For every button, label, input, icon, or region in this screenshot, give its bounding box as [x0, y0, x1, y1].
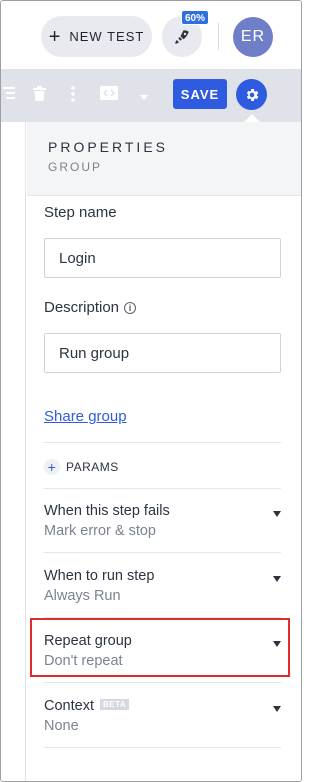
step-name-label: Step name	[44, 204, 117, 221]
app-frame: + NEW TEST 60% ER SAVE PROPERTIES GROUP …	[0, 0, 302, 782]
divider	[218, 23, 219, 50]
divider	[44, 682, 281, 683]
save-button[interactable]: SAVE	[173, 79, 227, 109]
panel-title: PROPERTIES	[48, 139, 168, 155]
chevron-down-icon	[273, 511, 281, 517]
params-label: PARAMS	[66, 460, 119, 474]
highlight-box	[30, 618, 290, 677]
description-label: Description	[44, 299, 120, 316]
rocket-icon	[175, 29, 189, 44]
context-select[interactable]: Context BETA None	[44, 698, 281, 746]
step-name-input[interactable]: Login	[44, 238, 281, 278]
settings-button[interactable]	[236, 79, 267, 110]
trash-icon[interactable]	[33, 86, 46, 104]
failure-behavior-select[interactable]: When this step fails Mark error & stop	[44, 503, 281, 551]
divider	[44, 747, 281, 748]
params-button[interactable]: + PARAMS	[44, 459, 119, 475]
plus-icon: +	[48, 25, 62, 48]
panel-subtitle: GROUP	[48, 160, 103, 174]
plus-icon: +	[44, 459, 60, 475]
new-test-button[interactable]: + NEW TEST	[41, 16, 152, 57]
beta-badge: BETA	[99, 699, 130, 710]
divider	[44, 442, 281, 443]
chevron-down-icon	[273, 576, 281, 582]
setting-value: None	[44, 718, 79, 734]
new-test-label: NEW TEST	[69, 29, 145, 44]
setting-label: When to run step	[44, 568, 155, 584]
gear-icon	[246, 88, 258, 101]
canvas-edge	[1, 122, 26, 781]
top-bar: + NEW TEST 60% ER	[1, 1, 301, 69]
chevron-down-icon	[273, 706, 281, 712]
code-icon[interactable]	[100, 86, 118, 103]
divider	[44, 488, 281, 489]
share-group-link[interactable]: Share group	[44, 408, 127, 425]
setting-value: Always Run	[44, 588, 121, 604]
run-condition-select[interactable]: When to run step Always Run	[44, 568, 281, 616]
setting-label: When this step fails	[44, 503, 170, 519]
description-input[interactable]: Run group	[44, 333, 281, 373]
group-icon[interactable]	[3, 86, 15, 103]
info-icon[interactable]: i	[124, 302, 137, 314]
setting-label-row: Context BETA	[44, 698, 130, 714]
description-label-row: Description i	[44, 299, 137, 316]
progress-badge: 60%	[181, 10, 210, 25]
setting-label: Context	[44, 698, 94, 714]
more-vertical-icon[interactable]	[71, 86, 75, 105]
caret-down-icon[interactable]	[140, 89, 148, 104]
setting-value: Mark error & stop	[44, 523, 156, 539]
avatar[interactable]: ER	[233, 17, 273, 57]
panel-header: PROPERTIES GROUP	[27, 122, 301, 196]
divider	[44, 552, 281, 553]
properties-panel: PROPERTIES GROUP Step name Login Descrip…	[27, 122, 301, 781]
